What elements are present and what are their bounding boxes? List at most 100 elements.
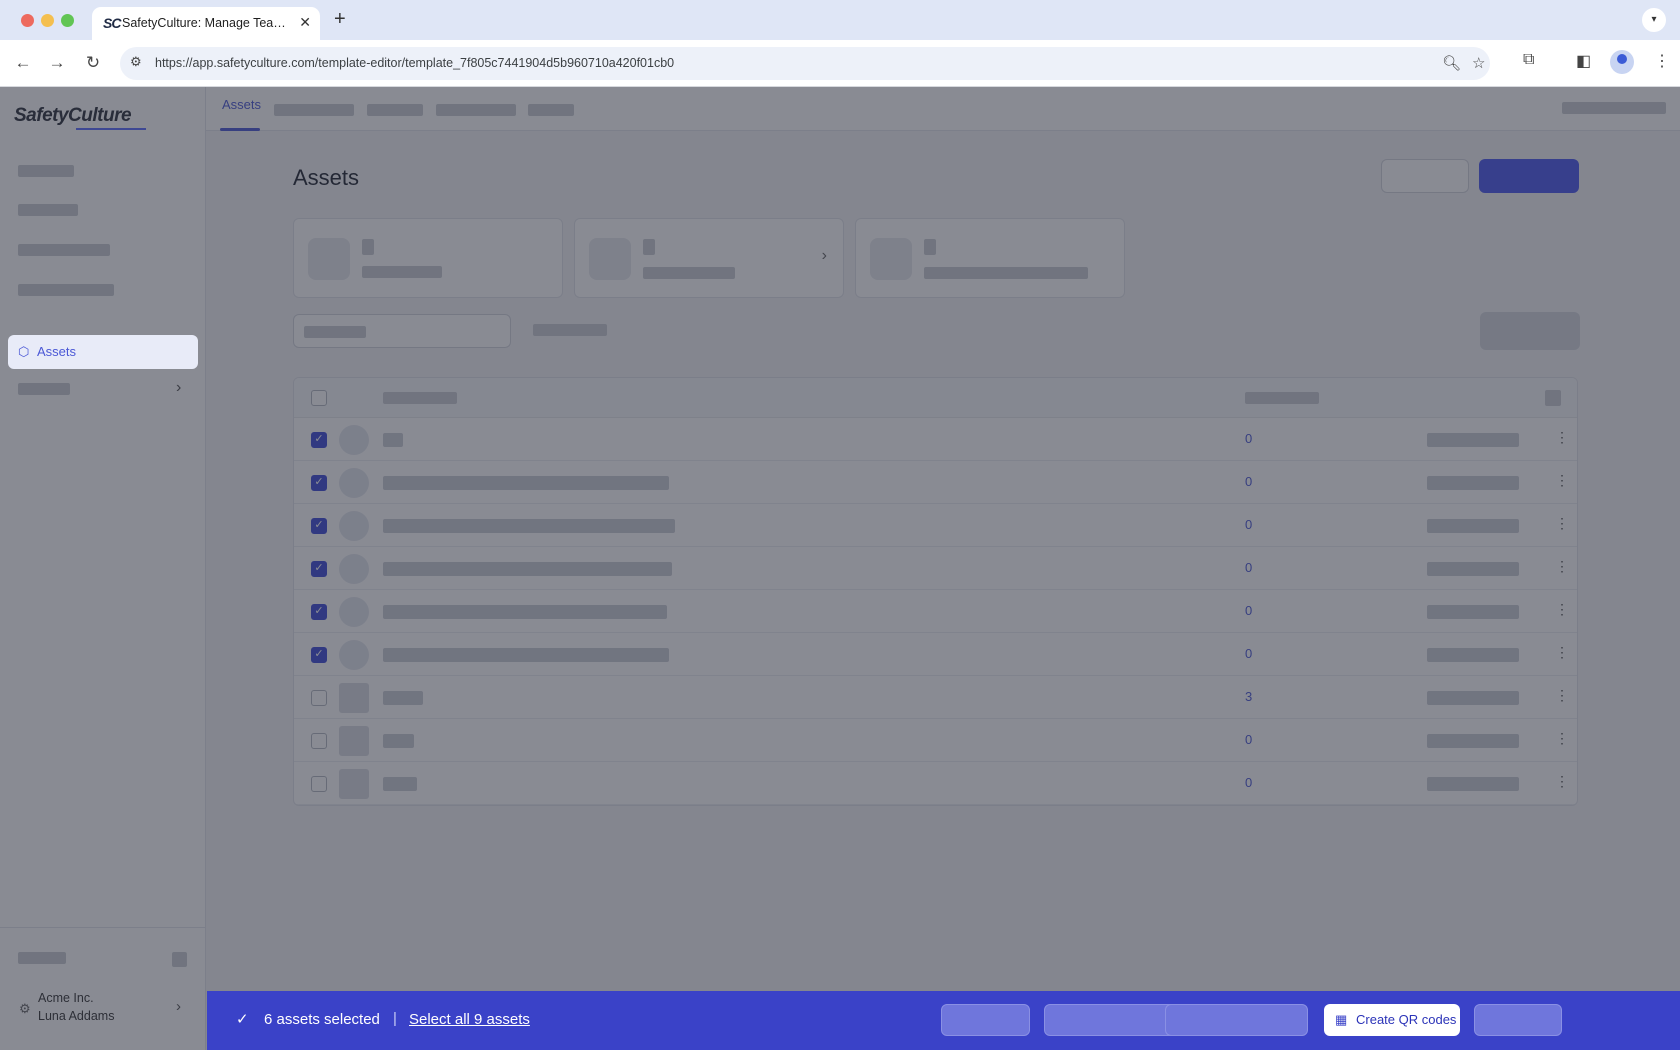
primary-button[interactable] (1479, 159, 1579, 193)
asset-count[interactable]: 0 (1245, 517, 1252, 532)
table-row[interactable]: ✓ 0 ⋮ (294, 418, 1577, 461)
asset-count[interactable]: 0 (1245, 603, 1252, 618)
sidebar-footer-icon[interactable] (172, 952, 187, 967)
sidebar-item-placeholder[interactable] (18, 204, 78, 216)
table-row[interactable]: ✓ 0 ⋮ (294, 461, 1577, 504)
address-bar[interactable]: ⚙ https://app.safetyculture.com/template… (120, 47, 1490, 80)
table-row[interactable]: 0 ⋮ (294, 762, 1577, 805)
asset-name[interactable] (383, 433, 403, 447)
tab-placeholder[interactable] (528, 104, 574, 116)
extensions-icon[interactable]: ⧉ (1523, 51, 1534, 69)
zoom-icon[interactable]: 🔍︎ (1442, 54, 1461, 72)
profile-icon[interactable] (1610, 50, 1634, 74)
tab-placeholder[interactable] (274, 104, 354, 116)
table-row[interactable]: ✓ 0 ⋮ (294, 590, 1577, 633)
filter-placeholder[interactable] (533, 324, 607, 336)
asset-count[interactable]: 3 (1245, 689, 1252, 704)
more-options-icon[interactable]: ⋮ (1555, 429, 1569, 446)
row-checkbox[interactable]: ✓ (311, 561, 327, 577)
row-checkbox[interactable]: ✓ (311, 518, 327, 534)
tab-assets[interactable]: Assets (222, 97, 261, 112)
sidebar-item-placeholder[interactable] (18, 165, 74, 177)
column-header-name[interactable] (383, 392, 457, 404)
reload-icon[interactable]: ↻ (80, 50, 106, 76)
action-button[interactable] (1165, 1004, 1308, 1036)
more-options-icon[interactable]: ⋮ (1555, 558, 1569, 575)
select-all-link[interactable]: Select all 9 assets (409, 1011, 530, 1028)
table-row[interactable]: ✓ 0 ⋮ (294, 633, 1577, 676)
close-tab-icon[interactable]: ✕ (299, 14, 311, 31)
asset-count[interactable]: 0 (1245, 560, 1252, 575)
row-checkbox[interactable]: ✓ (311, 432, 327, 448)
url-text[interactable]: https://app.safetyculture.com/template-e… (155, 56, 674, 70)
toolbar-button[interactable] (1480, 312, 1580, 350)
column-settings-icon[interactable] (1545, 390, 1561, 406)
more-options-icon[interactable]: ⋮ (1555, 515, 1569, 532)
asset-name[interactable] (383, 777, 417, 791)
menu-icon[interactable]: ⋮ (1654, 51, 1670, 71)
row-checkbox[interactable]: ✓ (311, 647, 327, 663)
asset-count[interactable]: 0 (1245, 646, 1252, 661)
table-row[interactable]: ✓ 0 ⋮ (294, 547, 1577, 590)
search-input[interactable] (293, 314, 511, 348)
row-checkbox[interactable]: ✓ (311, 475, 327, 491)
secondary-button[interactable] (1381, 159, 1469, 193)
select-all-checkbox[interactable] (311, 390, 327, 406)
summary-card[interactable] (855, 218, 1125, 298)
chevron-right-icon[interactable]: › (176, 379, 181, 397)
org-name[interactable]: Acme Inc. (38, 991, 94, 1005)
chevron-right-icon[interactable]: › (822, 247, 827, 265)
row-checkbox[interactable] (311, 690, 327, 706)
asset-name[interactable] (383, 734, 414, 748)
site-info-icon[interactable]: ⚙ (130, 54, 142, 70)
sidebar-footer-placeholder[interactable] (18, 952, 66, 964)
user-name[interactable]: Luna Addams (38, 1009, 114, 1023)
sidebar-item-placeholder[interactable] (18, 383, 70, 395)
row-checkbox[interactable]: ✓ (311, 604, 327, 620)
sidebar-item-placeholder[interactable] (18, 244, 110, 256)
column-header-count[interactable] (1245, 392, 1319, 404)
asset-count[interactable]: 0 (1245, 732, 1252, 747)
new-tab-icon[interactable]: + (334, 9, 346, 29)
browser-tab[interactable]: SC SafetyCulture: Manage Teams and... ✕ (92, 7, 320, 40)
asset-name[interactable] (383, 519, 675, 533)
tab-placeholder[interactable] (367, 104, 423, 116)
asset-name[interactable] (383, 605, 667, 619)
more-options-icon[interactable]: ⋮ (1555, 472, 1569, 489)
tab-placeholder[interactable] (436, 104, 516, 116)
asset-name[interactable] (383, 562, 672, 576)
star-icon[interactable]: ☆ (1472, 54, 1485, 72)
asset-count[interactable]: 0 (1245, 775, 1252, 790)
summary-card[interactable]: › (574, 218, 844, 298)
summary-card[interactable] (293, 218, 563, 298)
more-options-icon[interactable]: ⋮ (1555, 644, 1569, 661)
sidebar-item-placeholder[interactable] (18, 284, 114, 296)
table-row[interactable]: 0 ⋮ (294, 719, 1577, 762)
action-button[interactable] (941, 1004, 1030, 1036)
table-row[interactable]: ✓ 0 ⋮ (294, 504, 1577, 547)
side-panel-icon[interactable]: ◧ (1576, 51, 1591, 71)
close-window-button[interactable] (21, 14, 34, 27)
more-options-icon[interactable]: ⋮ (1555, 601, 1569, 618)
chevron-right-icon[interactable]: › (176, 998, 181, 1015)
create-qr-codes-button[interactable]: ▦ Create QR codes (1324, 1004, 1460, 1036)
action-button[interactable] (1474, 1004, 1562, 1036)
maximize-window-button[interactable] (61, 14, 74, 27)
logo[interactable]: SafetyCulture (14, 105, 132, 127)
back-icon[interactable]: ← (10, 50, 36, 76)
table-row[interactable]: 3 ⋮ (294, 676, 1577, 719)
row-checkbox[interactable] (311, 733, 327, 749)
asset-name[interactable] (383, 648, 669, 662)
asset-name[interactable] (383, 691, 423, 705)
more-options-icon[interactable]: ⋮ (1555, 773, 1569, 790)
more-options-icon[interactable]: ⋮ (1555, 687, 1569, 704)
tab-search-icon[interactable]: ▾ (1642, 8, 1666, 32)
topnav-right-placeholder[interactable] (1562, 102, 1666, 114)
action-button[interactable] (1044, 1004, 1179, 1036)
asset-name[interactable] (383, 476, 669, 490)
more-options-icon[interactable]: ⋮ (1555, 730, 1569, 747)
minimize-window-button[interactable] (41, 14, 54, 27)
asset-count[interactable]: 0 (1245, 474, 1252, 489)
forward-icon[interactable]: → (44, 50, 70, 76)
asset-count[interactable]: 0 (1245, 431, 1252, 446)
